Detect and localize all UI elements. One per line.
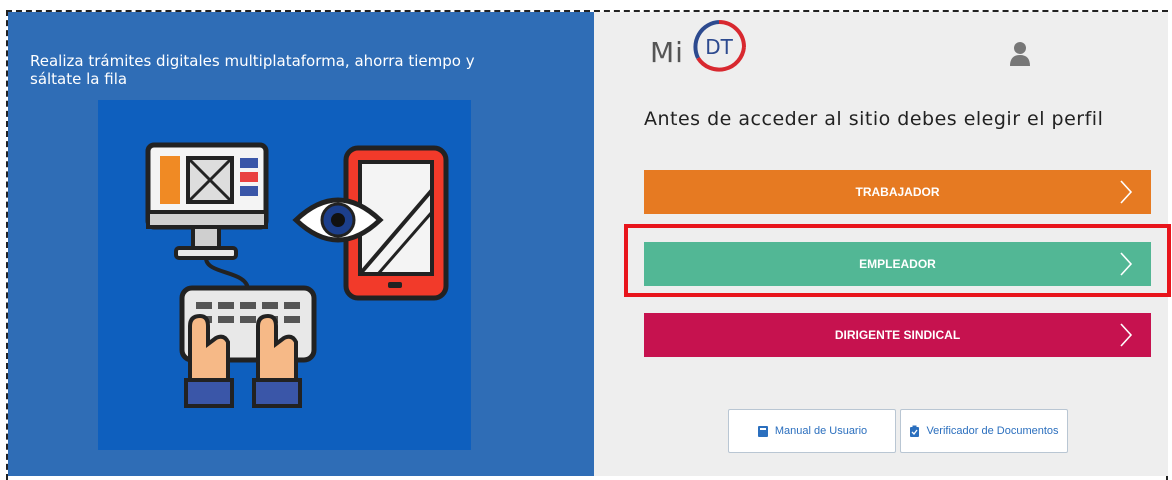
promo-tagline: Realiza trámites digitales multiplatafor… (30, 52, 475, 88)
mi-dt-logo: Mi DT (650, 16, 760, 76)
dirigente-sindical-label: DIRIGENTE SINDICAL (834, 328, 961, 342)
chevron-right-icon (1120, 180, 1133, 204)
trabajador-label: TRABAJADOR (855, 185, 940, 199)
empleador-highlight-box (624, 224, 1171, 297)
manual-usuario-label: Manual de Usuario (774, 425, 868, 437)
clipboard-check-icon (910, 425, 920, 437)
book-icon (757, 425, 768, 437)
dirigente-sindical-button[interactable]: DIRIGENTE SINDICAL (644, 313, 1151, 357)
profile-prompt: Antes de acceder al sitio debes elegir e… (644, 108, 1104, 130)
dt-logo-icon: DT (693, 20, 746, 72)
logo-dt-text: DT (705, 35, 733, 59)
logo-mi-text: Mi (650, 36, 684, 69)
promo-illustration (98, 100, 471, 450)
verificador-documentos-label: Verificador de Documentos (926, 425, 1059, 437)
chevron-right-icon (1120, 323, 1133, 347)
verificador-documentos-button[interactable]: Verificador de Documentos (900, 409, 1068, 453)
user-icon[interactable] (1008, 40, 1032, 68)
computer-monitor-icon (145, 142, 269, 291)
manual-usuario-button[interactable]: Manual de Usuario (728, 409, 896, 453)
trabajador-button[interactable]: TRABAJADOR (644, 170, 1151, 214)
